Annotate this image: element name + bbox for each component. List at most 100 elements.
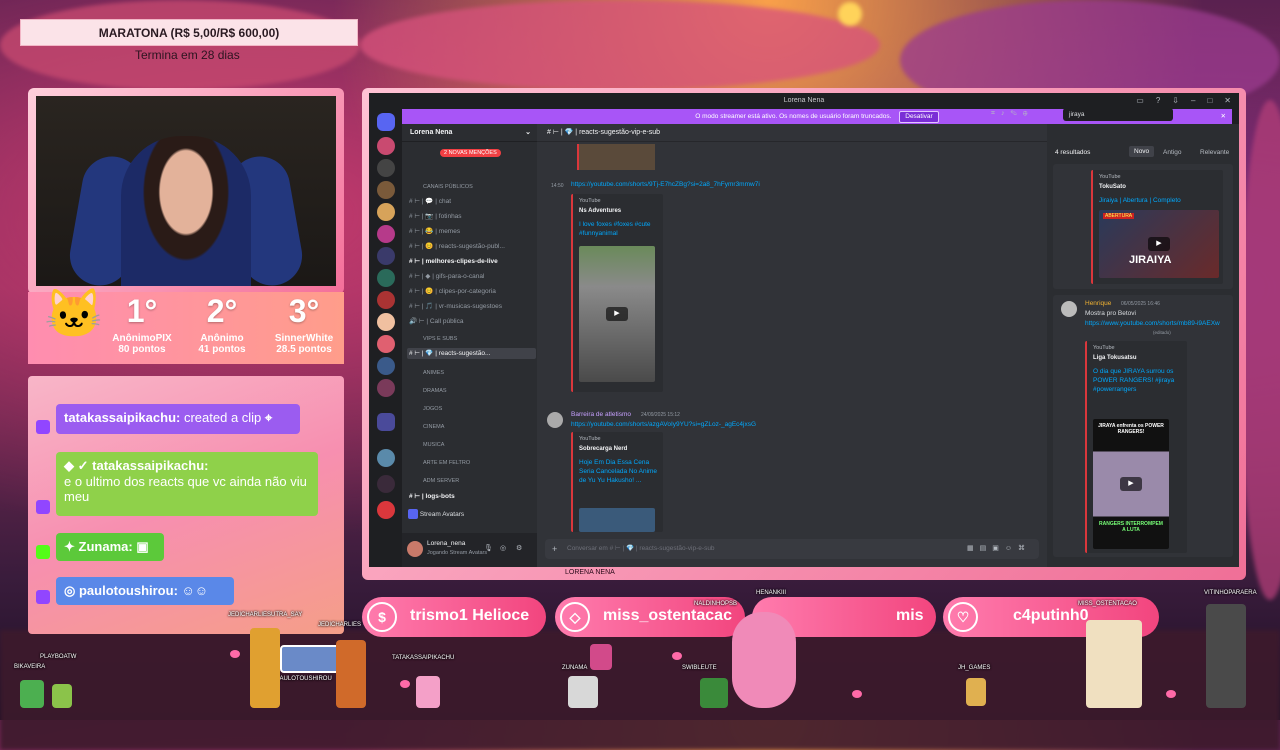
channel-category[interactable]: DRAMAS bbox=[407, 386, 550, 397]
chat-user: paulotoushirou: bbox=[78, 583, 178, 598]
channel-sidebar: Lorena Nena ⌄ 2 NOVAS MENÇÕES CANAIS PÚB… bbox=[402, 124, 537, 567]
message-author[interactable]: Barreira de atletismo bbox=[571, 411, 631, 418]
folder-icon[interactable] bbox=[377, 413, 395, 431]
channel-category[interactable]: MUSICA bbox=[407, 440, 550, 451]
embed-thumbnail[interactable] bbox=[577, 144, 655, 170]
channel-category[interactable]: CINEMA bbox=[407, 422, 550, 433]
channel-item[interactable]: # ⊢ | logs-bots bbox=[407, 491, 536, 502]
server-icon[interactable] bbox=[377, 379, 395, 397]
youtube-embed: YouTube Ns Adventures I love foxes #foxe… bbox=[571, 194, 663, 392]
channel-item[interactable]: # ⊢ | ◆ | gifs-para-o-canal bbox=[407, 271, 536, 282]
channel-category[interactable]: ANIMES bbox=[407, 368, 550, 379]
avatar[interactable] bbox=[1061, 301, 1077, 317]
embed-title[interactable]: I love foxes #foxes #cute #funnyanimal bbox=[579, 220, 659, 238]
server-icon[interactable] bbox=[377, 357, 395, 375]
message-input[interactable]: + Conversar em # ⊢ | 💎 | reacts-sugestão… bbox=[545, 539, 1039, 559]
search-input[interactable]: jiraya bbox=[1063, 108, 1173, 121]
channel-item[interactable]: # ⊢ | 💬 | chat bbox=[407, 196, 536, 207]
close-button[interactable]: ✕ bbox=[1224, 93, 1231, 108]
server-icon[interactable] bbox=[377, 159, 395, 177]
embed-provider: YouTube bbox=[579, 198, 601, 204]
download-icon[interactable]: ⇩ bbox=[1172, 93, 1179, 108]
search-result[interactable]: YouTube TokuSato Jiraiya | Abertura | Co… bbox=[1053, 164, 1233, 289]
banner-close-icon[interactable]: ✕ bbox=[1221, 109, 1226, 124]
message-author[interactable]: Henrique bbox=[1085, 300, 1111, 307]
channel-category[interactable]: JOGOS bbox=[407, 404, 550, 415]
channel-category[interactable]: CANAIS PÚBLICOS bbox=[407, 182, 550, 193]
play-icon[interactable]: ▶ bbox=[1120, 477, 1142, 491]
server-icon[interactable] bbox=[377, 335, 395, 353]
microphone-icon[interactable]: 🎙 bbox=[484, 544, 493, 552]
server-icon[interactable] bbox=[377, 269, 395, 287]
channel-item[interactable]: 🔊 ⊢ | Call pública bbox=[407, 316, 536, 327]
channel-item[interactable]: # ⊢ | melhores-clipes-de-live bbox=[407, 256, 536, 267]
embed-provider: YouTube bbox=[579, 436, 601, 442]
avatar-sprite bbox=[1206, 604, 1246, 708]
new-mentions-pill[interactable]: 2 NOVAS MENÇÕES bbox=[440, 149, 501, 157]
server-icon[interactable] bbox=[377, 475, 395, 493]
play-icon[interactable]: ▶ bbox=[606, 307, 628, 321]
video-thumbnail[interactable] bbox=[579, 508, 655, 532]
embed-author: TokuSato bbox=[1099, 184, 1126, 190]
user-status: Jogando Stream Avatars bbox=[427, 550, 488, 556]
alert-pill: $ trismo1 Helioce bbox=[362, 597, 546, 637]
server-icon[interactable] bbox=[377, 449, 395, 467]
channel-item[interactable]: # ⊢ | 🎵 | vr-musicas-sugestoes bbox=[407, 301, 536, 312]
video-thumbnail[interactable]: JIRAYA enfrenta os POWER RANGERS! RANGER… bbox=[1093, 419, 1169, 549]
add-attachment-icon[interactable]: + bbox=[552, 539, 557, 559]
server-icon[interactable] bbox=[377, 181, 395, 199]
user-name: Lorena_nena bbox=[427, 540, 466, 547]
sprite-name: HENANKIII bbox=[756, 590, 787, 596]
server-icon[interactable] bbox=[377, 501, 395, 519]
message-link[interactable]: https://youtube.com/shorts/9Tj-E7hcZBg?s… bbox=[571, 181, 760, 188]
maximize-button[interactable]: □ bbox=[1207, 93, 1212, 108]
settings-icon[interactable]: ⚙ bbox=[516, 544, 522, 552]
channel-item[interactable]: # ⊢ | 😊 | clipes-por-categoria bbox=[407, 286, 536, 297]
stream-avatars-activity[interactable]: Stream Avatars bbox=[408, 508, 532, 522]
server-icon[interactable] bbox=[377, 247, 395, 265]
embed-title[interactable]: Jiraiya | Abertura | Completo bbox=[1099, 196, 1219, 205]
embed-title[interactable]: O dia que JIRAYA surrou os POWER RANGERS… bbox=[1093, 367, 1175, 394]
server-icon[interactable] bbox=[377, 137, 395, 155]
avatar[interactable] bbox=[407, 541, 423, 557]
sort-tab-new[interactable]: Novo bbox=[1129, 146, 1155, 157]
server-icon[interactable] bbox=[377, 203, 395, 221]
channel-category[interactable]: ARTE EM FELTRO bbox=[407, 458, 550, 469]
message-link[interactable]: https://youtube.com/shorts/azgAVoIy9YU?s… bbox=[571, 421, 756, 428]
avatar-sprite bbox=[966, 678, 986, 706]
discord-home-icon[interactable] bbox=[377, 113, 395, 131]
channel-item[interactable]: # ⊢ | 😂 | memes bbox=[407, 226, 536, 237]
clip-icon: ⌖ bbox=[264, 410, 273, 425]
header-icons[interactable]: ⌗♪✎⊕ bbox=[991, 110, 1033, 118]
composer-tools-icons[interactable]: ▦▤▣☺⌘ bbox=[967, 539, 1031, 559]
server-header[interactable]: Lorena Nena ⌄ bbox=[402, 124, 537, 142]
twitch-icon bbox=[36, 500, 50, 514]
sort-tab-relevant[interactable]: Relevante bbox=[1200, 149, 1229, 156]
server-icon[interactable] bbox=[377, 313, 395, 331]
channel-item[interactable]: # ⊢ | 😊 | reacts-sugestão-publ... bbox=[407, 241, 536, 252]
sort-tab-old[interactable]: Antigo bbox=[1163, 149, 1181, 156]
play-icon[interactable]: ▶ bbox=[1148, 237, 1170, 251]
channel-title: # ⊢ | 💎 | reacts-sugestão-vip-e-sub bbox=[547, 129, 660, 136]
video-thumbnail[interactable]: ▶ bbox=[579, 246, 655, 382]
channel-category[interactable]: VIPS E SUBS bbox=[407, 334, 550, 345]
embed-title[interactable]: Hoje Em Dia Essa Cena Seria Cancelada No… bbox=[579, 458, 659, 485]
alert-text: c4putinh0_ bbox=[1013, 607, 1098, 624]
server-icon[interactable] bbox=[377, 225, 395, 243]
rank-position: 3° bbox=[288, 293, 320, 329]
avatar[interactable] bbox=[547, 412, 563, 428]
disable-streamer-mode-button[interactable]: Desativar bbox=[899, 111, 939, 123]
channel-item[interactable]: # ⊢ | 💎 | reacts-sugestão... bbox=[407, 348, 536, 359]
minimize-button[interactable]: – bbox=[1191, 93, 1195, 108]
user-panel: Lorena_nena Jogando Stream Avatars 🎙 ◎ ⚙ bbox=[402, 533, 537, 567]
help-icon[interactable]: ? bbox=[1156, 93, 1160, 108]
message-link[interactable]: https://www.youtube.com/shorts/mb89-i9AE… bbox=[1085, 320, 1225, 327]
embed-author: Ns Adventures bbox=[579, 208, 622, 214]
video-thumbnail[interactable]: ABERTURA JIRAIYA ▶ bbox=[1099, 210, 1219, 278]
channel-category[interactable]: ADM SERVER bbox=[407, 476, 550, 487]
channel-item[interactable]: # ⊢ | 📷 | fotinhas bbox=[407, 211, 536, 222]
inbox-icon[interactable]: ▭ bbox=[1136, 93, 1144, 108]
server-icon[interactable] bbox=[377, 291, 395, 309]
headphones-icon[interactable]: ◎ bbox=[500, 544, 506, 552]
search-result[interactable]: Henrique 06/05/2025 16:46 Mostra pro Bet… bbox=[1053, 295, 1233, 557]
